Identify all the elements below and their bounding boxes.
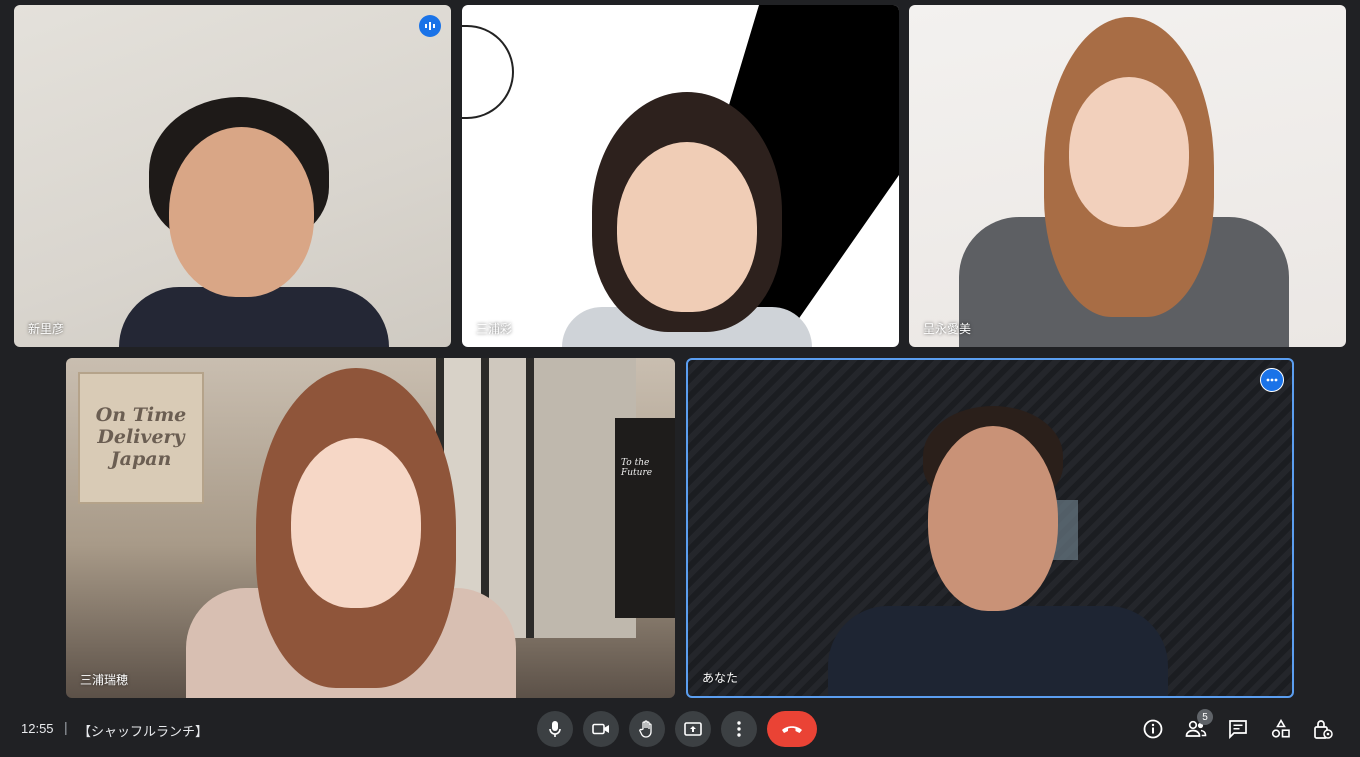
chat-icon	[1229, 720, 1247, 739]
participant-tile[interactable]: On Time Delivery Japan To the Future 三浦瑞…	[66, 358, 675, 698]
host-controls-icon	[1314, 720, 1333, 739]
poster-text: To the Future	[621, 458, 653, 478]
participant-name: 三浦彩	[476, 322, 513, 336]
separator: |	[64, 719, 68, 735]
participant-name: 新里彦	[28, 322, 65, 336]
present-button[interactable]	[675, 711, 711, 747]
self-tile[interactable]: あなた	[686, 358, 1294, 698]
participant-video	[828, 406, 1168, 696]
present-screen-icon	[684, 722, 702, 736]
participant-video	[959, 17, 1289, 347]
end-call-icon	[782, 726, 802, 733]
info-icon	[1143, 719, 1163, 739]
participant-video	[186, 368, 516, 698]
meeting-title: 【シャッフルランチ】	[78, 724, 209, 739]
more-options-button[interactable]	[721, 711, 757, 747]
mic-button[interactable]	[537, 711, 573, 747]
bottom-toolbar: 12:55 | 【シャッフルランチ】	[0, 695, 1360, 757]
raise-hand-icon	[639, 720, 652, 738]
end-call-button[interactable]	[767, 711, 817, 747]
wall-poster: To the Future	[615, 418, 675, 618]
activities-button[interactable]	[1269, 717, 1293, 741]
camera-button[interactable]	[583, 711, 619, 747]
participant-name: あなた	[702, 671, 739, 685]
meeting-time: 12:55	[21, 721, 54, 736]
more-vert-icon	[737, 721, 741, 737]
participant-name: 呈永愛美	[923, 322, 972, 336]
meeting-info-button[interactable]	[1141, 717, 1165, 741]
participant-tile[interactable]: 呈永愛美	[909, 5, 1346, 347]
host-controls-button[interactable]	[1311, 717, 1335, 741]
raise-hand-button[interactable]	[629, 711, 665, 747]
participant-video	[562, 87, 812, 347]
participant-tile[interactable]: 新里彦	[14, 5, 451, 347]
participant-tile[interactable]: 三浦彩	[462, 5, 899, 347]
microphone-icon	[549, 721, 561, 737]
audio-level-icon	[419, 15, 441, 37]
more-options-icon[interactable]	[1260, 368, 1284, 392]
participant-name: 三浦瑞穂	[80, 673, 129, 687]
participant-video	[109, 87, 399, 347]
camera-icon	[592, 723, 609, 735]
chat-button[interactable]	[1226, 717, 1250, 741]
logo-graphic	[462, 25, 514, 119]
company-sign-text: On Time Delivery Japan	[95, 404, 187, 470]
activities-icon	[1271, 719, 1290, 738]
participant-count-badge: 5	[1197, 709, 1213, 725]
